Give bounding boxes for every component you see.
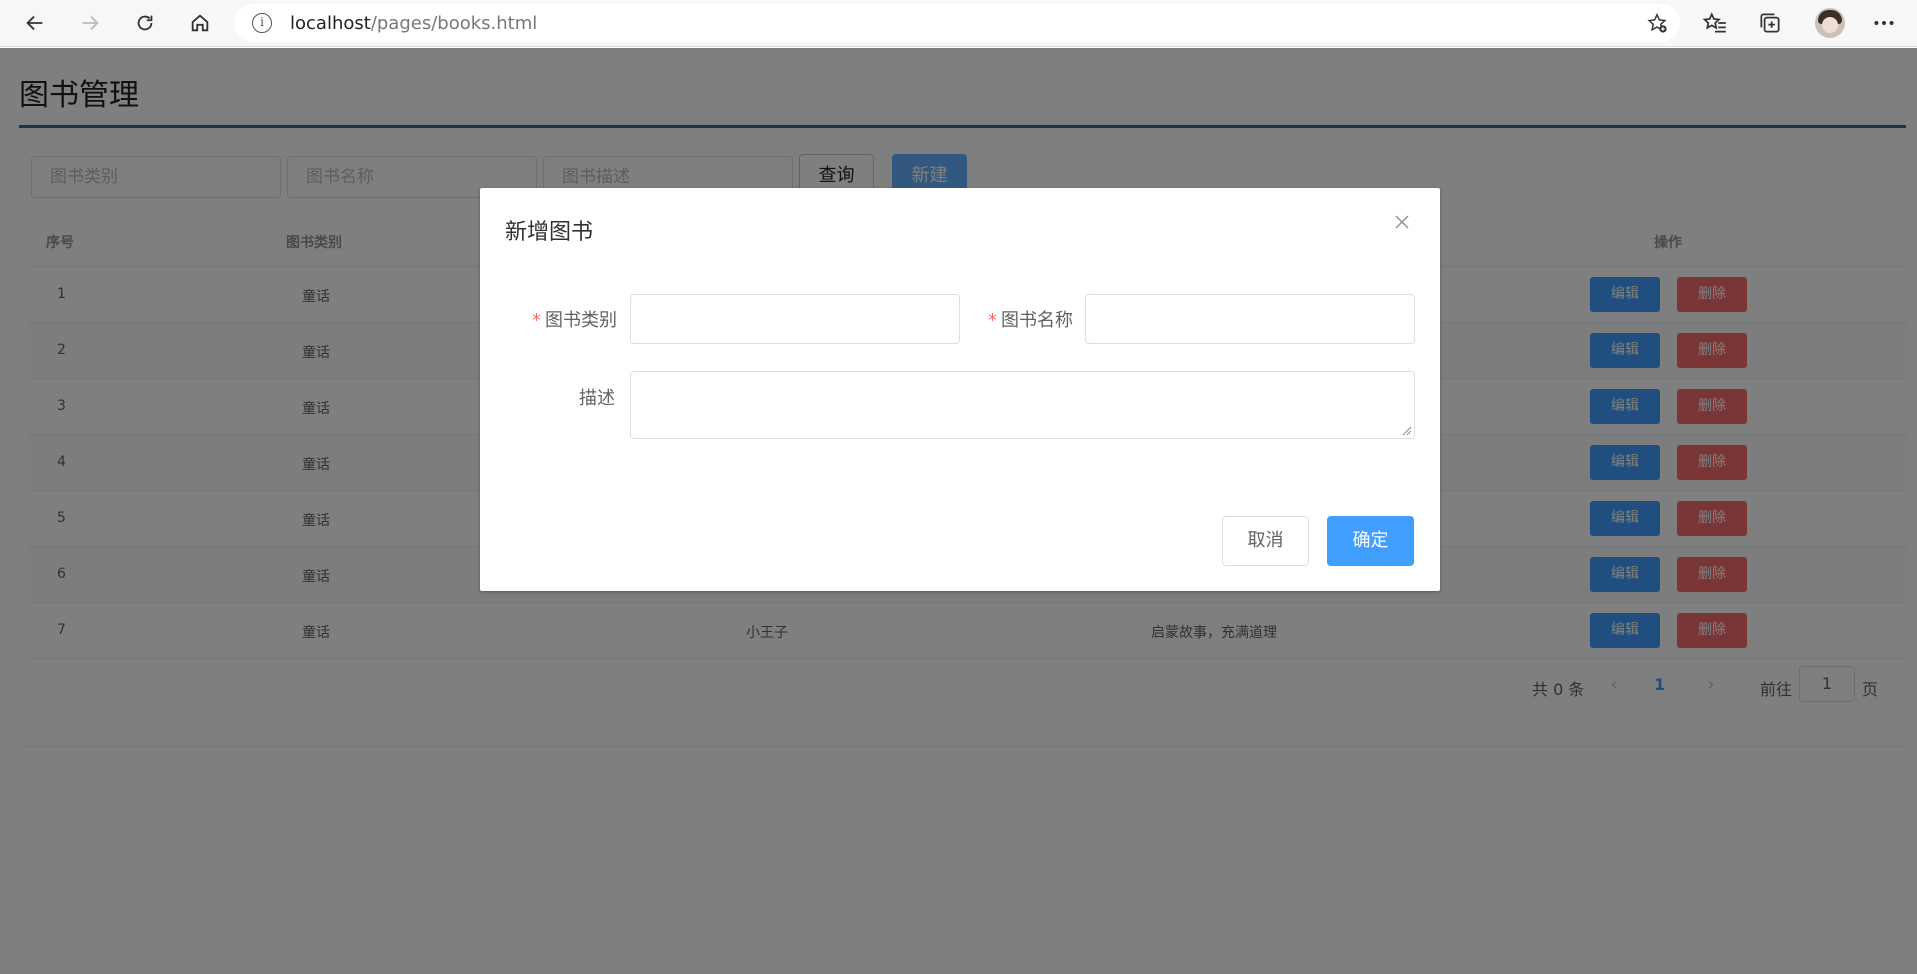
url-text: localhost/pages/books.html xyxy=(290,13,537,34)
collections-icon[interactable] xyxy=(1757,10,1783,36)
url-path: /pages/books.html xyxy=(370,13,538,34)
profile-avatar[interactable] xyxy=(1815,8,1845,38)
arrow-left-icon xyxy=(26,15,43,31)
category-field-label: * 图书类别 xyxy=(532,306,617,332)
more-icon[interactable] xyxy=(1871,10,1897,36)
category-field[interactable] xyxy=(630,294,960,344)
required-mark: * xyxy=(988,310,997,331)
dialog-title: 新增图书 xyxy=(505,220,594,245)
add-favorite-icon[interactable] xyxy=(1646,12,1668,34)
name-label-text: 图书名称 xyxy=(1001,310,1073,331)
cancel-button[interactable]: 取消 xyxy=(1222,516,1309,566)
confirm-button[interactable]: 确定 xyxy=(1327,516,1414,566)
name-field-label: * 图书名称 xyxy=(988,306,1073,332)
required-mark: * xyxy=(532,310,541,331)
description-field-label: 描述 xyxy=(579,388,615,409)
home-icon xyxy=(191,14,209,32)
reload-icon xyxy=(137,15,153,31)
home-button[interactable] xyxy=(182,6,218,40)
back-button[interactable] xyxy=(17,6,53,40)
description-textarea[interactable] xyxy=(630,371,1415,439)
close-icon[interactable] xyxy=(1394,214,1410,230)
favorites-icon[interactable] xyxy=(1702,10,1728,36)
url-host: localhost xyxy=(290,13,371,34)
info-icon[interactable]: i xyxy=(252,13,272,33)
arrow-right-icon xyxy=(82,15,99,31)
name-field[interactable] xyxy=(1085,294,1415,344)
avatar-face xyxy=(1822,17,1838,33)
forward-button[interactable] xyxy=(72,6,108,40)
browser-toolbar: i localhost/pages/books.html xyxy=(0,0,1917,47)
address-bar[interactable]: i localhost/pages/books.html xyxy=(234,4,1680,42)
resize-grip-icon[interactable] xyxy=(1402,426,1412,436)
reload-button[interactable] xyxy=(127,6,163,40)
add-book-dialog: 新增图书 * 图书类别 * 图书名称 描述 取消 确定 xyxy=(480,188,1440,591)
category-label-text: 图书类别 xyxy=(545,310,617,331)
